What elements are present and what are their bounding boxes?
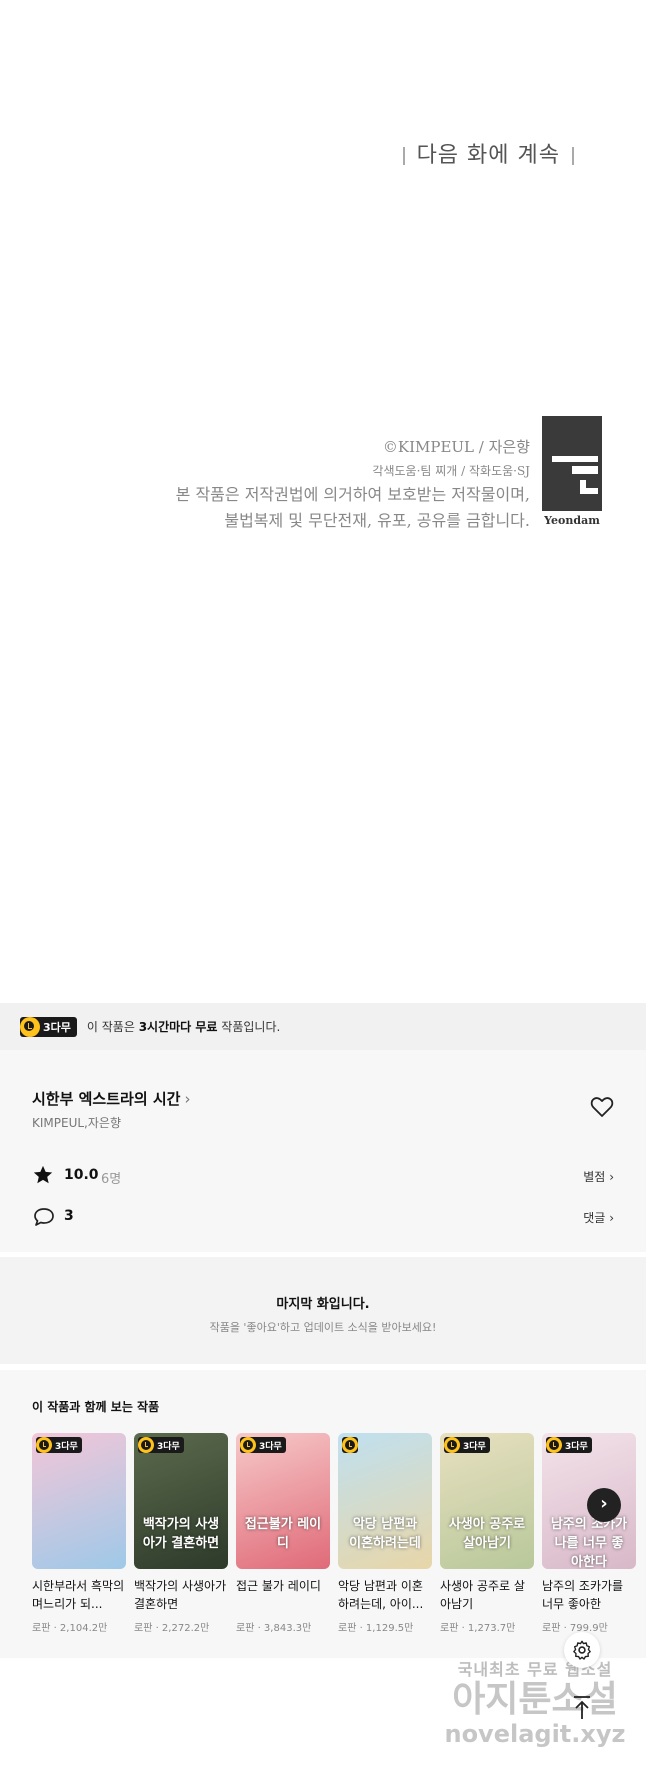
card-meta: 로판 · 1,129.5만 — [338, 1623, 414, 1634]
work-title-link[interactable]: 시한부 엑스트라의 시간 › — [32, 1088, 190, 1109]
recommendation-card[interactable]: 3다무시한부라서 흑막의 며느리가 되... 로판 · 2,104.2만 — [32, 1433, 126, 1634]
rating-value: 10.0 — [64, 1167, 99, 1183]
recommendation-card[interactable]: 악당 남편과 이혼하려는데악당 남편과 이혼하려는데, 아이... 로판 · 1,… — [338, 1433, 432, 1634]
clock-icon — [342, 1437, 358, 1453]
card-title: 백작가의 사생아가 결혼하면 — [134, 1579, 227, 1611]
chevron-right-icon: › — [609, 1211, 614, 1225]
last-episode-panel: 마지막 화입니다. 작품을 '좋아요'하고 업데이트 소식을 받아보세요! — [0, 1257, 646, 1364]
work-author: KIMPEUL,자은향 — [32, 1116, 121, 1130]
cover-title-art: 백작가의 사생아가 결혼하면 — [142, 1517, 220, 1551]
legal-notice-line-1: 본 작품은 저작권법에 의거하여 보호받는 저작물이며, — [175, 485, 530, 504]
free-notice-text: 이 작품은 3시간마다 무료 작품입니다. — [86, 1020, 281, 1034]
rate-link[interactable]: 별점 › — [583, 1168, 614, 1185]
cover-image: 3다무 — [32, 1433, 126, 1569]
chevron-right-icon: › — [184, 1090, 191, 1108]
clock-icon — [36, 1437, 52, 1453]
publisher-logo: Yeondam — [542, 416, 602, 528]
clock-icon — [20, 1016, 40, 1037]
last-episode-subtext: 작품을 '좋아요'하고 업데이트 소식을 받아보세요! — [209, 1321, 437, 1334]
copyright-line: ©KIMPEUL / 자은향 — [382, 438, 530, 456]
recommendation-card[interactable]: 3다무 사생아 공주로 살아남기 사생아 공주로 살아남기 로판 · 1,273.7만 — [440, 1433, 534, 1634]
divider — [402, 147, 405, 165]
chevron-right-icon: › — [600, 1493, 608, 1514]
card-title: 접근 불가 레이디 — [236, 1579, 321, 1593]
wait-free-badge: 3다무 — [20, 1016, 77, 1037]
scroll-to-top-button[interactable] — [564, 1690, 600, 1726]
card-meta: 로판 · 1,273.7만 — [440, 1623, 516, 1634]
next-episode-caption: 다음 화에 계속 — [391, 137, 586, 169]
card-meta: 로판 · 799.9만 — [542, 1623, 608, 1634]
wait-free-badge: 3다무 — [240, 1437, 286, 1453]
comic-end-panel: 다음 화에 계속 ©KIMPEUL / 자은향 각색도움·팀 찌개 / 작화도움… — [0, 0, 646, 1003]
assist-line: 각색도움·팀 찌개 / 작화도움·SJ — [372, 464, 530, 478]
cover-title-art: 접근불가 레이디 — [244, 1517, 322, 1551]
wait-free-badge: 3다무 — [138, 1437, 184, 1453]
divider — [572, 147, 574, 165]
last-episode-heading: 마지막 화입니다. — [276, 1297, 370, 1312]
settings-button[interactable] — [564, 1632, 600, 1668]
legal-notice-line-2: 불법복제 및 무단전재, 유포, 공유를 금합니다. — [224, 511, 530, 530]
cover-image: 3다무접근불가 레이디 — [236, 1433, 330, 1569]
publisher-name: Yeondam — [544, 514, 600, 527]
cover-title-art: 남주의 조카가 나를 너무 좋아한다 — [550, 1517, 628, 1569]
chevron-right-icon: › — [609, 1170, 614, 1184]
heart-icon[interactable] — [590, 1096, 614, 1118]
cover-image: 악당 남편과 이혼하려는데 — [338, 1433, 432, 1569]
star-icon — [33, 1165, 53, 1184]
card-title: 남주의 조카가를 너무 좋아한 — [542, 1579, 624, 1611]
card-title: 악당 남편과 이혼하려는데, 아이... — [338, 1579, 424, 1611]
wait-free-badge: 3다무 — [36, 1437, 82, 1453]
comment-count: 3 — [64, 1208, 74, 1224]
card-meta: 로판 · 2,272.2만 — [134, 1623, 210, 1634]
wait-free-badge: 3다무 — [444, 1437, 490, 1453]
clock-icon — [546, 1437, 562, 1453]
cover-image: 3다무백작가의 사생아가 결혼하면 — [134, 1433, 228, 1569]
clock-icon — [240, 1437, 256, 1453]
rater-count: 6명 — [101, 1172, 122, 1187]
free-notice-bar: 3다무 이 작품은 3시간마다 무료 작품입니다. — [0, 1003, 646, 1050]
comments-link[interactable]: 댓글 › — [583, 1209, 614, 1226]
carousel-next-button[interactable]: › — [587, 1488, 621, 1522]
card-title: 시한부라서 흑막의 며느리가 되... — [32, 1579, 125, 1611]
work-info-panel: 시한부 엑스트라의 시간 › KIMPEUL,자은향 10.0 6명 별점 › 3… — [0, 1050, 646, 1252]
gear-icon — [573, 1640, 591, 1660]
copyright-credits: ©KIMPEUL / 자은향 각색도움·팀 찌개 / 작화도움·SJ 본 작품은… — [176, 434, 530, 534]
recommendation-card[interactable]: 3다무접근불가 레이디접근 불가 레이디로판 · 3,843.3만 — [236, 1433, 330, 1634]
recommendations-section: 이 작품과 함께 보는 작품 3다무시한부라서 흑막의 며느리가 되... 로판 … — [0, 1370, 646, 1658]
recommendation-card[interactable]: 3다무 백작가의 사생아가 결혼하면 백작가의 사생아가 결혼하면 로판 · 2,27… — [134, 1433, 228, 1634]
clock-icon — [444, 1437, 460, 1453]
recommendation-card[interactable]: 3다무남주의 조카가 나를 너무 좋아한다남주의 조카가를 너무 좋아한로판 ·… — [542, 1433, 636, 1634]
yeondam-logo-mark — [542, 416, 602, 511]
card-meta: 로판 · 2,104.2만 — [32, 1623, 108, 1634]
arrow-up-icon — [574, 1696, 590, 1719]
recommendations-heading: 이 작품과 함께 보는 작품 — [32, 1400, 160, 1414]
site-watermark: 국내최초 무료 웹소설 아지툰소설 novelagit.xyz — [444, 1660, 626, 1748]
cover-title-art: 악당 남편과 이혼하려는데 — [349, 1517, 421, 1551]
cover-title-art: 사생아 공주로 살아남기 — [448, 1517, 526, 1551]
card-meta: 로판 · 3,843.3만 — [236, 1623, 312, 1634]
recommendations-list: 3다무시한부라서 흑막의 며느리가 되... 로판 · 2,104.2만 3다무백작… — [32, 1433, 636, 1634]
wait-free-badge: 3다무 — [546, 1437, 592, 1453]
clock-icon — [138, 1437, 154, 1453]
card-title: 사생아 공주로 살아남기 — [440, 1579, 525, 1611]
cover-image: 3다무사생아 공주로 살아남기 — [440, 1433, 534, 1569]
comment-icon — [34, 1208, 54, 1226]
